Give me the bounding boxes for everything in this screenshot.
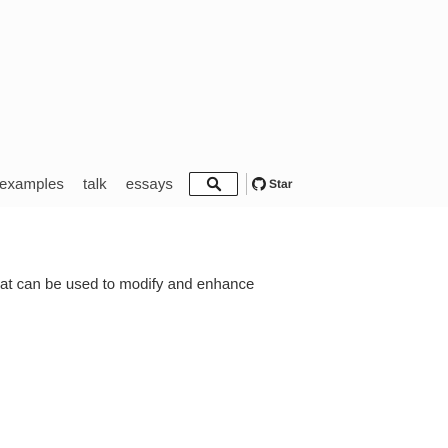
search-icon [206,176,221,192]
top-navbar: examples talk essays Star [0,0,448,208]
page: examples talk essays Star at can be used… [0,0,448,448]
intro-text: at can be used to modify and enhance [0,276,255,293]
main-content: at can be used to modify and enhance [0,207,448,448]
nav-link-examples[interactable]: examples [0,176,64,193]
search-button[interactable] [189,172,239,196]
github-icon [252,177,267,191]
nav-link-essays[interactable]: essays [126,176,173,193]
nav-links: examples talk essays Star [0,172,292,196]
github-star-button[interactable]: Star [246,173,292,195]
nav-link-talk[interactable]: talk [83,176,107,193]
star-label: Star [269,177,293,191]
